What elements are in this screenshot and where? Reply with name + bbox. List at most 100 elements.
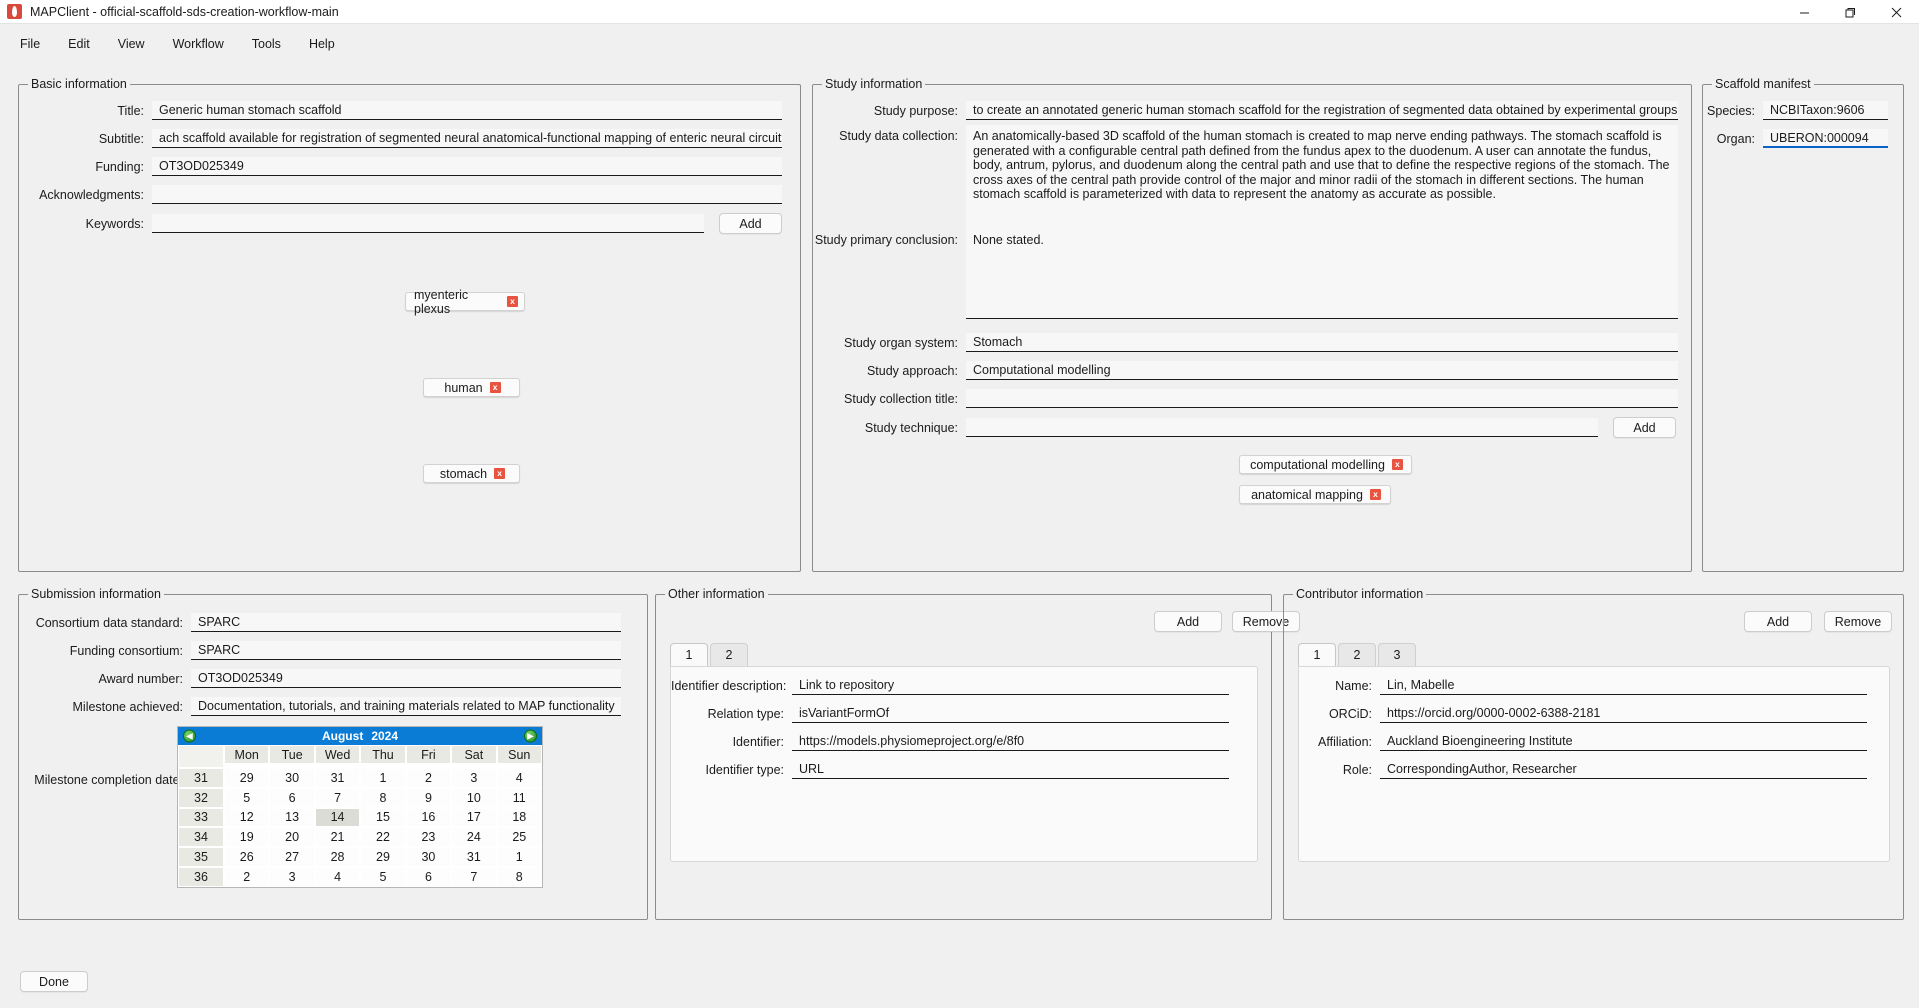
milestone-completion-date-calendar[interactable]: ◀ August 2024 ▶ Mon Tue Wed Thu Fri Sat Sun 31 2… [177, 726, 543, 888]
identifier-type-input[interactable]: URL [792, 760, 1229, 779]
other-information-tab-1[interactable]: 1 [670, 643, 708, 666]
calendar-day[interactable]: 17 [451, 807, 497, 828]
contributor-add-button[interactable]: Add [1744, 611, 1812, 632]
calendar-day[interactable]: 8 [496, 867, 542, 887]
calendar-day[interactable]: 25 [496, 827, 542, 848]
keywords-input[interactable] [152, 214, 704, 233]
study-technique-input[interactable] [966, 418, 1598, 437]
add-technique-button[interactable]: Add [1613, 417, 1676, 438]
calendar-day[interactable]: 2 [405, 767, 452, 788]
calendar-day[interactable]: 8 [360, 787, 406, 808]
calendar-day[interactable]: 5 [360, 867, 406, 887]
calendar-day[interactable]: 29 [224, 767, 270, 788]
menu-view[interactable]: View [104, 35, 159, 53]
subtitle-input[interactable]: ach scaffold available for registration … [152, 129, 782, 148]
calendar-day[interactable]: 29 [360, 847, 406, 868]
calendar-day[interactable]: 3 [269, 867, 315, 887]
calendar-day[interactable]: 16 [405, 807, 452, 828]
calendar-day[interactable]: 6 [269, 787, 315, 808]
study-data-collection-input[interactable]: An anatomically-based 3D scaffold of the… [966, 125, 1678, 230]
remove-keyword-icon[interactable]: x [507, 296, 518, 307]
calendar-day[interactable]: 1 [496, 847, 542, 868]
calendar-day[interactable]: 18 [496, 807, 542, 828]
contributor-orcid-input[interactable]: https://orcid.org/0000-0002-6388-2181 [1380, 704, 1867, 723]
contributor-affiliation-input[interactable]: Auckland Bioengineering Institute [1380, 732, 1867, 751]
keyword-chip-human[interactable]: human x [423, 378, 520, 397]
contributor-tab-3[interactable]: 3 [1378, 643, 1416, 666]
other-information-tab-2[interactable]: 2 [710, 643, 748, 666]
calendar-day[interactable]: 11 [496, 787, 542, 808]
identifier-description-input[interactable]: Link to repository [792, 676, 1229, 695]
menu-tools[interactable]: Tools [238, 35, 295, 53]
contributor-name-input[interactable]: Lin, Mabelle [1380, 676, 1867, 695]
calendar-day[interactable]: 24 [451, 827, 497, 848]
calendar-day[interactable]: 7 [314, 787, 361, 808]
calendar-day[interactable]: 23 [405, 827, 452, 848]
title-input[interactable]: Generic human stomach scaffold [152, 101, 782, 120]
study-approach-input[interactable]: Computational modelling [966, 361, 1678, 380]
calendar-day[interactable]: 21 [314, 827, 361, 848]
calendar-day[interactable]: 10 [451, 787, 497, 808]
milestone-achieved-input[interactable]: Documentation, tutorials, and training m… [191, 697, 621, 716]
remove-keyword-icon[interactable]: x [489, 382, 501, 393]
calendar-day[interactable]: 6 [405, 867, 452, 887]
acknowledgments-input[interactable] [152, 185, 782, 204]
contributor-role-input[interactable]: CorrespondingAuthor, Researcher [1380, 760, 1867, 779]
consortium-data-standard-input[interactable]: SPARC [191, 613, 621, 632]
calendar-day[interactable]: 7 [451, 867, 497, 887]
calendar-day[interactable]: 1 [360, 767, 406, 788]
remove-keyword-icon[interactable]: x [494, 468, 506, 479]
done-button[interactable]: Done [20, 971, 88, 992]
calendar-day[interactable]: 27 [269, 847, 315, 868]
award-number-input[interactable]: OT3OD025349 [191, 669, 621, 688]
technique-chip-computational-modelling[interactable]: computational modelling x [1239, 455, 1412, 474]
calendar-day[interactable]: 19 [224, 827, 270, 848]
calendar-day[interactable]: 20 [269, 827, 315, 848]
identifier-input[interactable]: https://models.physiomeproject.org/e/8f0 [792, 732, 1229, 751]
calendar-day[interactable]: 3 [451, 767, 497, 788]
relation-type-input[interactable]: isVariantFormOf [792, 704, 1229, 723]
calendar-day[interactable]: 12 [224, 807, 270, 828]
calendar-day[interactable]: 28 [314, 847, 361, 868]
remove-technique-icon[interactable]: x [1369, 489, 1381, 500]
minimize-button[interactable] [1781, 0, 1827, 24]
contributor-tab-2[interactable]: 2 [1338, 643, 1376, 666]
calendar-day[interactable]: 30 [405, 847, 452, 868]
menu-edit[interactable]: Edit [54, 35, 104, 53]
contributor-tab-1[interactable]: 1 [1298, 643, 1336, 666]
calendar-day[interactable]: 31 [314, 767, 361, 788]
calendar-day[interactable]: 9 [405, 787, 452, 808]
organ-input[interactable]: UBERON:000094 [1763, 129, 1888, 148]
study-organ-system-input[interactable]: Stomach [966, 333, 1678, 352]
calendar-day[interactable]: 5 [224, 787, 270, 808]
calendar-day[interactable]: 2 [224, 867, 270, 887]
close-button[interactable] [1873, 0, 1919, 24]
keyword-chip-stomach[interactable]: stomach x [423, 464, 520, 483]
calendar-prev-month-icon[interactable]: ◀ [183, 729, 196, 743]
calendar-day[interactable]: 4 [314, 867, 361, 887]
calendar-day[interactable]: 15 [360, 807, 406, 828]
other-information-add-button[interactable]: Add [1154, 611, 1222, 632]
funding-consortium-input[interactable]: SPARC [191, 641, 621, 660]
menu-help[interactable]: Help [295, 35, 349, 53]
calendar-next-month-icon[interactable]: ▶ [524, 729, 537, 743]
keyword-chip-myenteric-plexus[interactable]: myenteric plexus x [405, 288, 525, 316]
contributor-remove-button[interactable]: Remove [1824, 611, 1892, 632]
calendar-day-selected[interactable]: 14 [314, 807, 361, 828]
calendar-day[interactable]: 4 [496, 767, 542, 788]
maximize-button[interactable] [1827, 0, 1873, 24]
study-primary-conclusion-input[interactable]: None stated. [966, 229, 1678, 319]
calendar-day[interactable]: 26 [224, 847, 270, 868]
calendar-day[interactable]: 30 [269, 767, 315, 788]
study-collection-title-input[interactable] [966, 389, 1678, 408]
technique-chip-anatomical-mapping[interactable]: anatomical mapping x [1239, 485, 1391, 504]
menu-file[interactable]: File [6, 35, 54, 53]
remove-technique-icon[interactable]: x [1391, 459, 1403, 470]
study-purpose-input[interactable]: to create an annotated generic human sto… [966, 101, 1678, 120]
menu-workflow[interactable]: Workflow [159, 35, 238, 53]
calendar-day[interactable]: 31 [451, 847, 497, 868]
calendar-day[interactable]: 13 [269, 807, 315, 828]
add-keyword-button[interactable]: Add [719, 213, 782, 234]
calendar-day[interactable]: 22 [360, 827, 406, 848]
funding-input[interactable]: OT3OD025349 [152, 157, 782, 176]
